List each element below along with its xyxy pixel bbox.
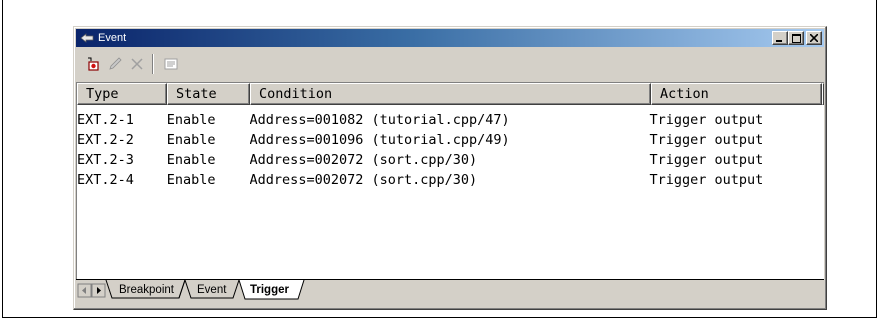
tab-scroll-right-button[interactable]: [91, 283, 106, 298]
event-window: Event Type State Condition Action EXT.2-…: [73, 26, 827, 310]
close-button[interactable]: [806, 31, 822, 45]
table-row[interactable]: EXT.2-4 Enable Address=002072 (sort.cpp/…: [77, 170, 824, 190]
cell-condition: Address=001082 (tutorial.cpp/47): [249, 112, 510, 128]
cell-action: Trigger output: [649, 132, 764, 148]
cell-state: Enable: [166, 172, 216, 188]
column-header-state[interactable]: State: [167, 83, 250, 105]
cell-condition: Address=001096 (tutorial.cpp/49): [249, 132, 510, 148]
toolbar-separator: [152, 54, 154, 74]
window-title: Event: [98, 32, 127, 44]
toolbar: [76, 51, 824, 77]
table-row[interactable]: EXT.2-2 Enable Address=001096 (tutorial.…: [77, 130, 824, 150]
properties-button[interactable]: [160, 53, 182, 75]
add-event-button[interactable]: [82, 53, 104, 75]
cell-type: EXT.2-4: [77, 172, 134, 188]
cell-type: EXT.2-1: [77, 112, 134, 128]
column-header-action[interactable]: Action: [651, 83, 822, 105]
cell-action: Trigger output: [649, 172, 764, 188]
event-list[interactable]: Type State Condition Action EXT.2-1 Enab…: [76, 82, 824, 279]
delete-x-icon: [131, 58, 143, 70]
column-header-type[interactable]: Type: [77, 83, 167, 105]
tab-trigger[interactable]: Trigger: [250, 284, 289, 296]
tab-strip: Breakpoint Event Trigger: [76, 279, 824, 301]
cell-state: Enable: [166, 132, 216, 148]
tab-breakpoint[interactable]: Breakpoint: [119, 284, 174, 296]
edit-pencil-icon: [109, 57, 122, 70]
cell-action: Trigger output: [649, 112, 764, 128]
cell-state: Enable: [166, 112, 216, 128]
title-bar[interactable]: Event: [76, 29, 824, 47]
close-icon: [810, 34, 818, 42]
add-event-icon: [88, 57, 99, 71]
cell-condition: Address=002072 (sort.cpp/30): [249, 152, 478, 168]
table-row[interactable]: EXT.2-1 Enable Address=001082 (tutorial.…: [77, 110, 824, 130]
tab-scroll-left-button[interactable]: [77, 283, 92, 298]
cell-type: EXT.2-3: [77, 152, 134, 168]
tab-event[interactable]: Event: [197, 284, 226, 296]
event-window-icon: [80, 32, 96, 44]
cell-state: Enable: [166, 152, 216, 168]
column-header-filler: [822, 83, 824, 105]
edit-button[interactable]: [104, 53, 126, 75]
maximize-button[interactable]: [788, 31, 804, 45]
cell-action: Trigger output: [649, 152, 764, 168]
cell-type: EXT.2-2: [77, 132, 134, 148]
minimize-icon: [776, 40, 782, 42]
list-header: Type State Condition Action: [77, 83, 824, 105]
minimize-button[interactable]: [772, 31, 788, 45]
cell-condition: Address=002072 (sort.cpp/30): [249, 172, 478, 188]
table-row[interactable]: EXT.2-3 Enable Address=002072 (sort.cpp/…: [77, 150, 824, 170]
delete-button[interactable]: [126, 53, 148, 75]
column-header-condition[interactable]: Condition: [250, 83, 651, 105]
maximize-icon: [791, 33, 801, 43]
properties-icon: [164, 58, 178, 70]
